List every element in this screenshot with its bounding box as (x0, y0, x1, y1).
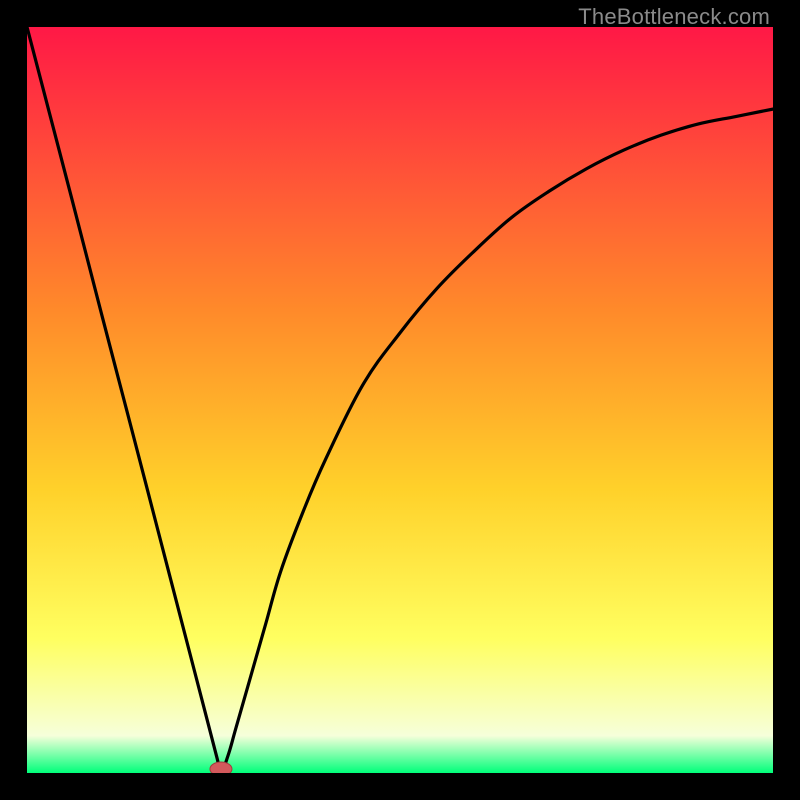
optimal-point-marker (210, 762, 232, 773)
chart-svg (27, 27, 773, 773)
chart-frame: TheBottleneck.com (0, 0, 800, 800)
plot-area (27, 27, 773, 773)
watermark-text: TheBottleneck.com (578, 4, 770, 30)
gradient-background (27, 27, 773, 773)
